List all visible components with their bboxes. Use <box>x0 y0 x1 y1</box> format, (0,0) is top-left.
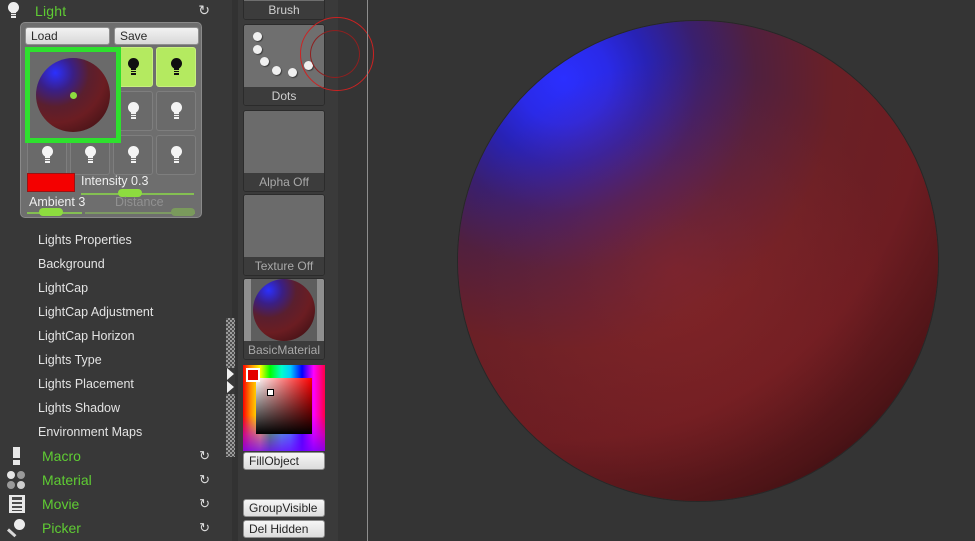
ambient-slider-knob[interactable] <box>39 208 63 216</box>
exclamation-icon <box>6 446 28 466</box>
palette-row-label: Movie <box>42 496 80 512</box>
brush-focal-cursor <box>310 30 360 78</box>
save-button[interactable]: Save <box>114 27 199 45</box>
magnifier-icon <box>6 518 28 538</box>
panel-expand-arrow[interactable] <box>226 368 235 394</box>
bulb-icon <box>126 102 140 120</box>
sculpt-sphere[interactable] <box>458 21 938 501</box>
palette-title: Light <box>35 3 67 19</box>
material-thumbnail[interactable]: BasicMaterial <box>243 278 325 360</box>
alpha-thumbnail-caption: Alpha Off <box>244 173 324 191</box>
load-button[interactable]: Load <box>25 27 110 45</box>
light-preview-slot[interactable] <box>25 47 121 143</box>
saturation-value-square[interactable] <box>256 378 312 434</box>
distance-label: Distance <box>115 195 164 209</box>
canvas-divider <box>367 0 368 541</box>
light-palette-header[interactable]: Light ↻ <box>0 0 232 22</box>
sv-cursor <box>267 389 274 396</box>
bulb-icon <box>169 146 183 164</box>
refresh-icon[interactable]: ↻ <box>199 448 210 464</box>
bulb-icon <box>169 58 183 76</box>
del-hidden-button[interactable]: Del Hidden <box>243 520 325 538</box>
film-strip-icon <box>6 494 28 514</box>
palette-row-material[interactable]: Material ↻ <box>0 468 232 492</box>
bulb-icon <box>83 146 97 164</box>
light-preview-sphere <box>36 58 110 132</box>
color-picker[interactable] <box>243 365 325 451</box>
bulb-icon <box>169 102 183 120</box>
sidebar-item-environment-maps[interactable]: Environment Maps <box>0 420 232 444</box>
refresh-icon[interactable]: ↻ <box>199 520 210 536</box>
light-color-swatch[interactable] <box>27 173 75 192</box>
distance-slider-knob <box>171 208 195 216</box>
ambient-label: Ambient 3 <box>29 195 86 209</box>
alpha-thumbnail[interactable]: Alpha Off <box>243 110 325 192</box>
light-panel: Load Save Intensity 0.3 Ambient 3 Distan… <box>20 22 202 218</box>
refresh-icon[interactable]: ↻ <box>198 2 210 19</box>
brush-thumbnail-caption: Brush <box>244 1 324 19</box>
four-circles-icon <box>6 470 28 490</box>
viewport-canvas[interactable] <box>300 0 975 541</box>
bulb-icon <box>126 146 140 164</box>
palette-row-picker[interactable]: Picker ↻ <box>0 516 232 540</box>
palette-row-label: Picker <box>42 520 81 536</box>
left-sidebar: Light ↻ Load Save Intensity 0.3 Ambient … <box>0 0 232 541</box>
light-slot-5[interactable] <box>156 91 196 131</box>
brush-thumbnail[interactable]: Brush <box>243 0 325 20</box>
texture-thumbnail-caption: Texture Off <box>244 257 324 275</box>
stroke-thumbnail-caption: Dots <box>244 87 324 105</box>
sidebar-item-lights-properties[interactable]: Lights Properties <box>0 228 232 252</box>
group-visible-button[interactable]: GroupVisible <box>243 499 325 517</box>
palette-row-macro[interactable]: Macro ↻ <box>0 444 232 468</box>
light-slot-9[interactable] <box>156 135 196 175</box>
bulb-icon <box>6 2 21 20</box>
zbrush-window: Light ↻ Load Save Intensity 0.3 Ambient … <box>0 0 975 541</box>
sidebar-item-lights-type[interactable]: Lights Type <box>0 348 232 372</box>
sidebar-item-lightcap-adjustment[interactable]: LightCap Adjustment <box>0 300 232 324</box>
refresh-icon[interactable]: ↻ <box>199 472 210 488</box>
current-color-swatch[interactable] <box>246 368 260 382</box>
fill-object-button[interactable]: FillObject <box>243 452 325 470</box>
sidebar-item-lightcap-horizon[interactable]: LightCap Horizon <box>0 324 232 348</box>
palette-row-label: Macro <box>42 448 81 464</box>
sidebar-item-background[interactable]: Background <box>0 252 232 276</box>
material-preview <box>244 279 324 341</box>
palette-row-movie[interactable]: Movie ↻ <box>0 492 232 516</box>
refresh-icon[interactable]: ↻ <box>199 496 210 512</box>
bulb-icon <box>40 146 54 164</box>
material-thumbnail-caption: BasicMaterial <box>244 341 324 359</box>
sidebar-item-lights-shadow[interactable]: Lights Shadow <box>0 396 232 420</box>
light-submenu: Lights Properties Background LightCap Li… <box>0 228 232 540</box>
intensity-label: Intensity 0.3 <box>81 174 149 188</box>
sidebar-item-lightcap[interactable]: LightCap <box>0 276 232 300</box>
load-save-row: Load Save <box>25 27 199 45</box>
palette-row-label: Material <box>42 472 92 488</box>
texture-thumbnail[interactable]: Texture Off <box>243 194 325 276</box>
light-slot-3[interactable] <box>156 47 196 87</box>
bulb-icon <box>126 58 140 76</box>
sidebar-item-lights-placement[interactable]: Lights Placement <box>0 372 232 396</box>
